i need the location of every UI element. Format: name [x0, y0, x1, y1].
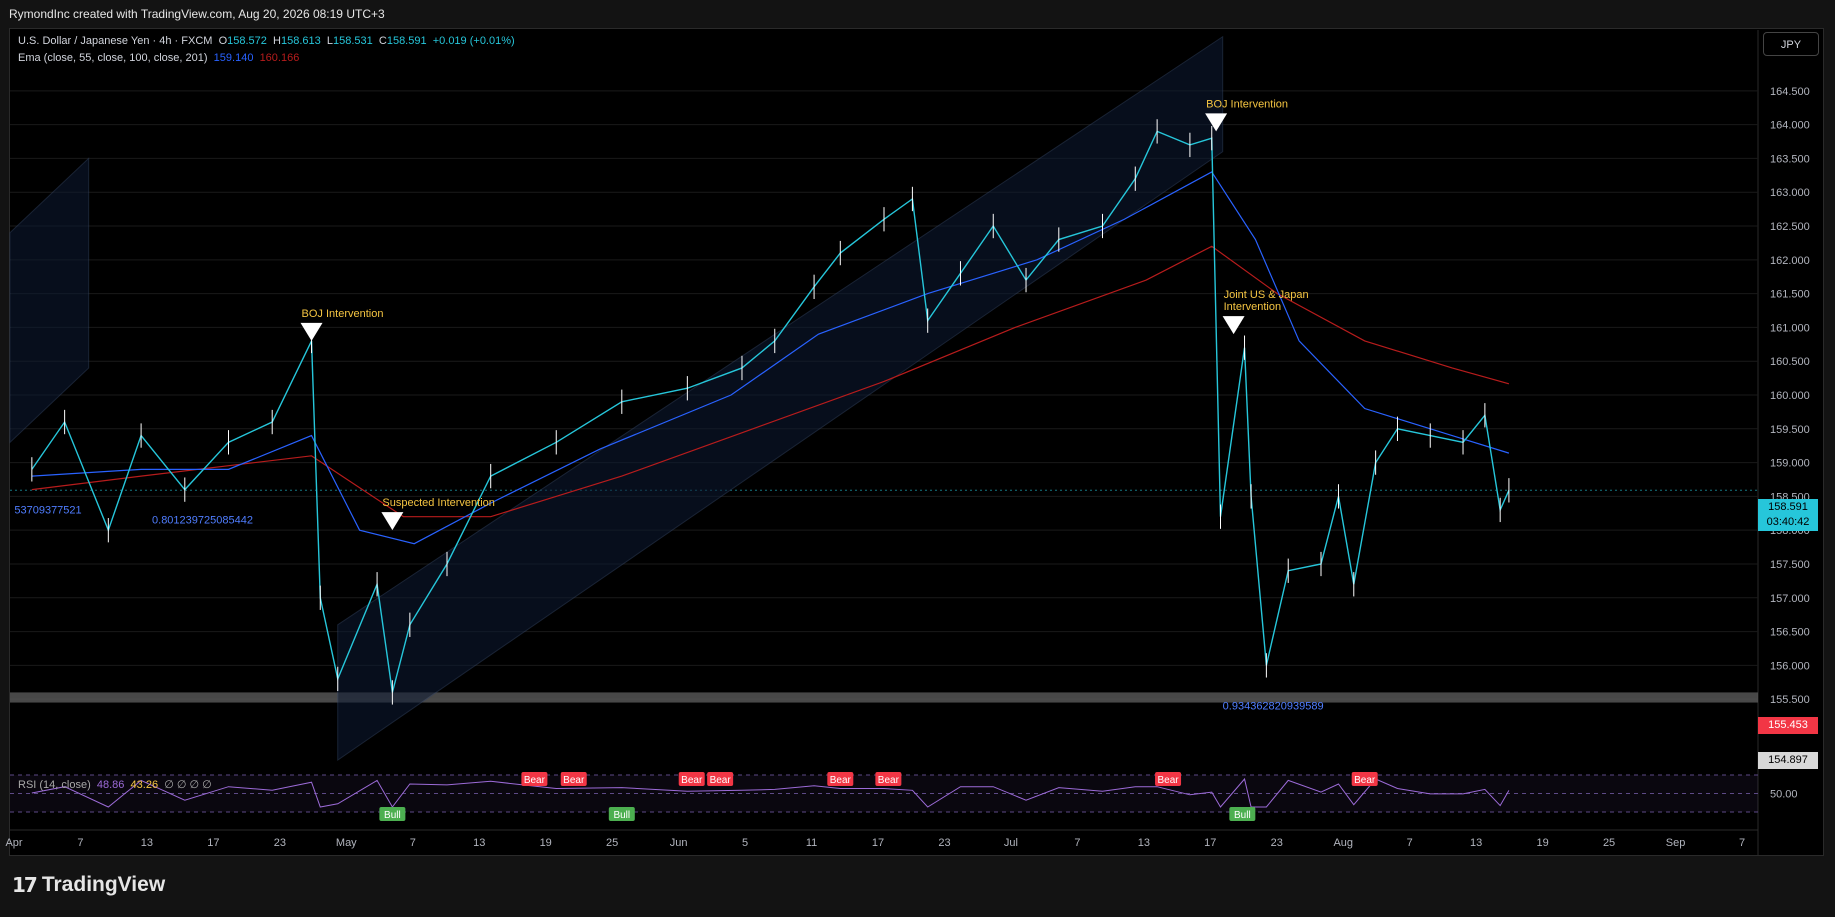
tradingview-logo-icon: 17: [12, 873, 38, 897]
rsi-rest: ∅ ∅ ∅ ∅: [164, 779, 212, 791]
y-tick-label: 163.000: [1770, 187, 1810, 199]
x-tick-label: 5: [742, 837, 748, 849]
rsi-signal-label: Bear: [524, 775, 546, 786]
x-tick-label: 23: [274, 837, 286, 849]
y-tick-label: 156.500: [1770, 627, 1810, 639]
rsi-signal-label: Bear: [710, 775, 732, 786]
fib-label: 0.801239725085442: [152, 514, 253, 526]
y-tick-label: 162.000: [1770, 255, 1810, 267]
rsi-signal-label: Bull: [384, 810, 401, 821]
x-tick-label: 17: [1204, 837, 1216, 849]
support-zone: [10, 692, 1758, 703]
y-tick-label: 163.500: [1770, 153, 1810, 165]
countdown: 03:40:42: [1766, 516, 1810, 528]
ema-label[interactable]: Ema (close, 55, close, 100, close, 201): [18, 52, 208, 64]
x-tick-label: Aug: [1333, 837, 1353, 849]
x-tick-label: 7: [1739, 837, 1745, 849]
x-tick-label: May: [336, 837, 357, 849]
rsi-signal-label: Bear: [563, 775, 585, 786]
close-value: 158.591: [386, 35, 427, 47]
x-tick-label: Apr: [5, 837, 22, 849]
chart-svg[interactable]: 164.500 164.000 163.500 163.000 162.500 162.0…: [0, 0, 1835, 917]
intervention-arrow-icon: [381, 512, 404, 531]
x-tick-label: 19: [540, 837, 552, 849]
open-value: 158.572: [227, 35, 267, 47]
rsi-signal-label: Bear: [681, 775, 703, 786]
y-tick-label: 157.000: [1770, 593, 1810, 605]
y-tick-label: 160.000: [1770, 390, 1810, 402]
x-tick-label: 19: [1536, 837, 1548, 849]
y-tick-label: 162.500: [1770, 221, 1810, 233]
rsi-label[interactable]: RSI (14, close): [18, 779, 91, 791]
bottom-bar: 17 TradingView: [0, 856, 1835, 917]
annotation-label: Suspected Intervention: [382, 497, 495, 509]
x-tick-label: Jun: [670, 837, 688, 849]
x-tick-label: 13: [473, 837, 485, 849]
y-tick-label: 161.000: [1770, 322, 1810, 334]
currency-button[interactable]: JPY: [1763, 32, 1819, 56]
y-tick-label: 156.000: [1770, 660, 1810, 672]
x-tick-label: 25: [606, 837, 618, 849]
high-value: 158.613: [280, 35, 321, 47]
x-tick-label: 7: [410, 837, 416, 849]
y-tick-label: 157.500: [1770, 559, 1810, 571]
rsi-signal-label: Bear: [1354, 775, 1376, 786]
fib-label: 53709377521: [14, 504, 81, 516]
fib-label: 0.934362820939589: [1223, 700, 1324, 712]
x-tick-label: 13: [141, 837, 153, 849]
symbol-name[interactable]: U.S. Dollar / Japanese Yen · 4h · FXCM: [18, 35, 212, 47]
y-tick-label: 160.500: [1770, 356, 1810, 368]
y-tick-label: 159.500: [1770, 424, 1810, 436]
annotation-label: BOJ Intervention: [302, 308, 384, 320]
left-channel: [9, 157, 90, 444]
last-price: 158.591: [1768, 501, 1808, 513]
rsi-signal-label: Bear: [830, 775, 852, 786]
ema2-value: 160.166: [259, 52, 300, 64]
intervention-arrow-icon: [1222, 316, 1245, 335]
x-tick-label: Jul: [1004, 837, 1018, 849]
symbol-legend[interactable]: U.S. Dollar / Japanese Yen · 4h · FXCM O…: [18, 35, 515, 47]
x-tick-label: Sep: [1666, 837, 1686, 849]
y-tick-label: 159.000: [1770, 458, 1810, 470]
annotation-label: Joint US & Japan: [1224, 289, 1309, 301]
x-tick-label: 7: [77, 837, 83, 849]
x-tick-label: 13: [1470, 837, 1482, 849]
y-tick-label: 161.500: [1770, 289, 1810, 301]
x-tick-label: 23: [938, 837, 950, 849]
rsi-value-1: 48.86: [96, 779, 125, 791]
x-tick-label: 17: [207, 837, 219, 849]
rsi-value-2: 43.26: [130, 779, 159, 791]
rsi-scale-label: 50.00: [1770, 789, 1798, 801]
rsi-legend[interactable]: RSI (14, close) 48.86 43.26 ∅ ∅ ∅ ∅: [18, 778, 212, 791]
main-channel: [337, 35, 1224, 761]
y-tick-label: 164.500: [1770, 86, 1810, 98]
red-price-tag: 155.453: [1758, 717, 1818, 734]
x-tick-label: 25: [1603, 837, 1615, 849]
low-value: 158.531: [332, 35, 373, 47]
rsi-signal-label: Bear: [1157, 775, 1179, 786]
tradingview-logo[interactable]: 17 TradingView: [12, 873, 165, 897]
ema1-value: 159.140: [213, 52, 254, 64]
y-tick-label: 164.000: [1770, 120, 1810, 132]
rsi-signal-label: Bull: [1234, 810, 1251, 821]
intervention-arrow-icon: [300, 322, 323, 341]
rsi-signal-label: Bear: [878, 775, 900, 786]
x-tick-label: 7: [1407, 837, 1413, 849]
x-tick-label: 7: [1074, 837, 1080, 849]
x-tick-label: 11: [806, 837, 817, 849]
x-tick-label: 23: [1271, 837, 1283, 849]
y-tick-label: 155.500: [1770, 694, 1810, 706]
rsi-signal-label: Bull: [613, 810, 630, 821]
x-tick-label: 17: [872, 837, 884, 849]
ema-legend[interactable]: Ema (close, 55, close, 100, close, 201) …: [18, 52, 299, 64]
change-value: +0.019 (+0.01%): [432, 35, 515, 47]
tradingview-logo-text: TradingView: [41, 873, 166, 896]
annotation-label: Intervention: [1224, 301, 1281, 313]
annotation-label: BOJ Intervention: [1206, 98, 1288, 110]
x-tick-label: 13: [1138, 837, 1150, 849]
last-price-tag: 158.591 03:40:42: [1758, 499, 1818, 531]
gray-price-tag: 154.897: [1758, 752, 1818, 769]
